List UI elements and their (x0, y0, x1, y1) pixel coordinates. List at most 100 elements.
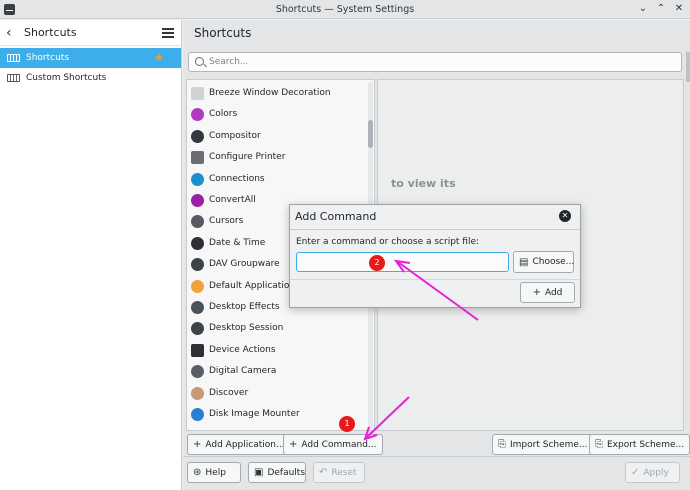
check-icon: ✓ (631, 467, 640, 478)
list-item[interactable]: Disk Image Mounter (187, 404, 363, 425)
list-item-label: Colors (209, 109, 238, 120)
sidebar-item-shortcuts[interactable]: Shortcuts ★ (0, 48, 181, 68)
sidebar-header: ‹ Shortcuts (0, 20, 181, 46)
disk-image-icon (191, 408, 204, 421)
list-item-label: Discover (209, 387, 249, 398)
default-apps-icon (191, 279, 204, 293)
desktop-session-icon (191, 322, 204, 336)
defaults-button[interactable]: ▣ Defaults (248, 462, 306, 483)
dialog-prompt: Enter a command or choose a script file: (296, 237, 480, 247)
close-button[interactable]: ✕ (672, 2, 686, 16)
button-label: Export Scheme... (607, 439, 685, 450)
convertall-icon (191, 194, 204, 207)
button-label: Choose... (532, 257, 575, 267)
hamburger-menu-icon[interactable] (162, 28, 174, 38)
button-label: Defaults (267, 467, 306, 478)
list-item-label: Date & Time (209, 237, 266, 248)
list-item[interactable]: Breeze Window Decoration (187, 83, 363, 104)
device-actions-icon (191, 343, 204, 357)
list-item-label: Configure Printer (209, 152, 286, 163)
help-button[interactable]: ⊛ Help (187, 462, 241, 483)
compositor-icon (191, 129, 204, 143)
button-label: Import Scheme... (510, 439, 588, 450)
button-label: Add Command... (301, 439, 377, 450)
defaults-icon: ▣ (254, 467, 264, 478)
list-item[interactable]: Connections (187, 169, 363, 190)
list-item[interactable]: Digital Camera (187, 361, 363, 382)
reset-icon: ↶ (319, 467, 328, 478)
list-item-label: Device Actions (209, 344, 276, 355)
printer-icon (191, 151, 204, 165)
colors-icon (191, 108, 204, 122)
export-scheme-button[interactable]: ⎘ Export Scheme... (589, 434, 690, 455)
command-input[interactable] (296, 252, 509, 272)
apply-button[interactable]: ✓ Apply (625, 462, 680, 483)
annotation-marker-2: 2 (369, 255, 385, 271)
maximize-button[interactable]: ⌃ (654, 2, 668, 16)
discover-icon (191, 386, 204, 400)
detail-hint-text: to view its (391, 177, 456, 190)
list-item-label: Connections (209, 173, 265, 184)
dialog-title: Add Command (295, 210, 377, 223)
search-icon (195, 57, 204, 66)
add-button[interactable]: + Add (520, 282, 575, 303)
dav-groupware-icon (191, 258, 204, 272)
list-item[interactable]: Compositor (187, 126, 363, 147)
list-item-label: Disk Image Mounter (209, 409, 300, 419)
sidebar-item-label: Custom Shortcuts (26, 73, 107, 83)
plus-icon: + (532, 287, 541, 298)
back-arrow-icon[interactable]: ‹ (6, 25, 12, 41)
document-icon: ▤ (519, 256, 529, 268)
button-label: Apply (643, 467, 669, 478)
import-icon: ⎘ (498, 439, 506, 450)
connections-icon (191, 172, 204, 186)
list-item[interactable]: Configure Printer (187, 147, 363, 168)
list-item[interactable]: Device Actions (187, 340, 363, 361)
add-application-button[interactable]: + Add Application... (187, 434, 291, 455)
scrollbar[interactable] (686, 52, 690, 82)
export-icon: ⎘ (595, 439, 603, 450)
list-item[interactable]: Colors (187, 104, 363, 125)
import-scheme-button[interactable]: ⎘ Import Scheme... (492, 434, 594, 455)
search-box[interactable] (188, 52, 682, 72)
dialog-close-icon[interactable]: ✕ (559, 210, 571, 222)
minimize-button[interactable]: ⌄ (636, 2, 650, 16)
dialog-header-divider (290, 229, 580, 230)
desktop-effects-icon (191, 301, 204, 314)
list-item[interactable]: Desktop Session (187, 318, 363, 339)
help-icon: ⊛ (193, 467, 202, 478)
sidebar: ‹ Shortcuts Shortcuts ★ Custom Shortcuts (0, 20, 182, 490)
cursor-icon (191, 215, 204, 229)
list-item-label: ConvertAll (209, 195, 256, 205)
search-input[interactable] (209, 55, 669, 69)
list-item-label: Cursors (209, 216, 244, 227)
choose-file-button[interactable]: ▤ Choose... (513, 251, 574, 273)
sidebar-title: Shortcuts (24, 26, 77, 39)
add-command-button[interactable]: + Add Command... (283, 434, 383, 455)
camera-icon (191, 365, 204, 379)
list-item-label: Desktop Effects (209, 302, 280, 312)
plus-icon: + (193, 439, 202, 450)
keyboard-icon (7, 54, 20, 62)
star-icon: ★ (154, 51, 164, 64)
reset-button[interactable]: ↶ Reset (313, 462, 365, 483)
list-item[interactable]: Discover (187, 383, 363, 404)
sidebar-item-label: Shortcuts (26, 53, 70, 63)
list-item-label: Compositor (209, 130, 261, 141)
dialog-footer-divider (290, 279, 580, 280)
list-item-label: Default Applications (209, 280, 300, 291)
window-decoration-icon (191, 87, 204, 100)
scrollbar-thumb[interactable] (368, 120, 373, 148)
clock-icon (191, 236, 204, 250)
window-titlebar: Shortcuts — System Settings ⌄ ⌃ ✕ (0, 0, 690, 19)
button-label: Add Application... (205, 439, 285, 450)
page-title: Shortcuts (194, 26, 252, 40)
button-label: Reset (331, 467, 357, 478)
list-item-label: Breeze Window Decoration (209, 88, 331, 98)
plus-icon: + (289, 439, 298, 450)
keyboard-icon (7, 74, 20, 82)
button-label: Help (205, 467, 226, 478)
add-command-dialog: Add Command ✕ Enter a command or choose … (289, 204, 581, 308)
sidebar-item-custom-shortcuts[interactable]: Custom Shortcuts (0, 68, 181, 88)
button-label: Add (544, 287, 563, 298)
